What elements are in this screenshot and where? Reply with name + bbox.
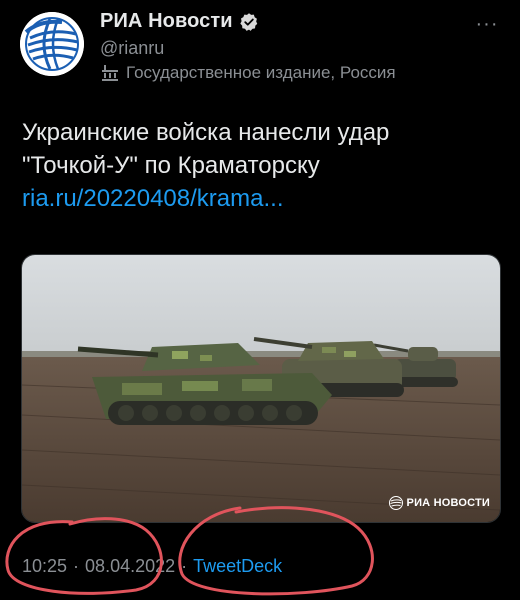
- tanks-in-field-image: [22, 255, 500, 522]
- author-display-name[interactable]: РИА Новости: [100, 10, 233, 33]
- photo-watermark: РИА НОВОСТИ: [388, 496, 490, 510]
- verified-badge-icon: [240, 12, 257, 31]
- tweet-source-link[interactable]: TweetDeck: [193, 556, 282, 577]
- account-label-text: Государственное издание, Россия: [126, 63, 396, 82]
- photo-watermark-text: РИА НОВОСТИ: [406, 497, 490, 509]
- tweet-link[interactable]: ria.ru/20220408/krama...: [22, 182, 502, 215]
- tweet-text-line-1: Украинские войска нанесли удар: [22, 119, 390, 146]
- avatar[interactable]: [20, 12, 84, 76]
- ria-globe-logo-icon: [20, 12, 84, 76]
- tweet-text-line-2: "Точкой-У" по Краматорску: [22, 152, 320, 179]
- author-name-row: РИА Новости: [100, 10, 259, 33]
- ria-watermark-logo-icon: [388, 496, 403, 510]
- tweet-media-photo[interactable]: РИА НОВОСТИ: [21, 254, 501, 523]
- tweet-text: Украинские войска нанесли удар "Точкой-У…: [22, 116, 502, 215]
- author-handle[interactable]: @rianru: [100, 38, 164, 59]
- tweet-date[interactable]: 08.04.2022: [85, 556, 175, 577]
- meta-separator: ·: [73, 556, 80, 576]
- tweet-meta: 10:25 · 08.04.2022 · TweetDeck: [22, 556, 282, 577]
- more-options-icon[interactable]: ···: [472, 12, 502, 36]
- account-label: Государственное издание, Россия: [100, 63, 396, 83]
- tweet-time[interactable]: 10:25: [22, 556, 67, 577]
- government-building-icon: [102, 65, 118, 81]
- meta-separator: ·: [181, 556, 188, 576]
